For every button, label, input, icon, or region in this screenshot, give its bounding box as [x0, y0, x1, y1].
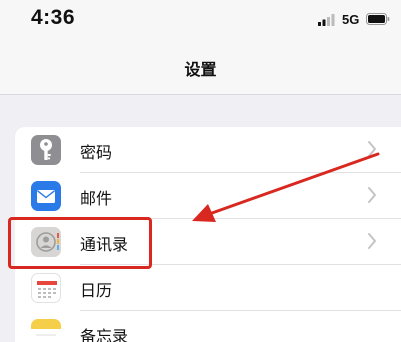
settings-item-label: 密码	[80, 143, 113, 162]
status-bar: 4:36 5G	[0, 0, 401, 38]
settings-item-label: 备忘录	[80, 327, 129, 342]
battery-icon	[366, 13, 390, 25]
key-icon	[31, 135, 61, 165]
nav-bar: 设置	[0, 38, 401, 95]
status-time: 4:36	[31, 6, 76, 29]
calendar-icon	[31, 273, 61, 303]
mail-icon	[31, 181, 61, 211]
settings-item-calendar[interactable]: 日历	[15, 265, 401, 311]
chevron-right-icon	[368, 141, 376, 157]
chevron-right-icon	[368, 233, 376, 249]
settings-item-label: 日历	[80, 281, 113, 300]
settings-item-notes[interactable]: 备忘录	[15, 311, 401, 342]
notes-icon	[31, 319, 61, 342]
settings-item-password[interactable]: 密码	[15, 127, 401, 173]
highlight-box	[8, 217, 152, 269]
settings-item-mail[interactable]: 邮件	[15, 173, 401, 219]
page-title: 设置	[184, 60, 217, 79]
network-type: 5G	[342, 12, 360, 27]
chevron-right-icon	[368, 187, 376, 203]
settings-item-label: 邮件	[80, 189, 113, 208]
signal-icon	[318, 14, 335, 26]
